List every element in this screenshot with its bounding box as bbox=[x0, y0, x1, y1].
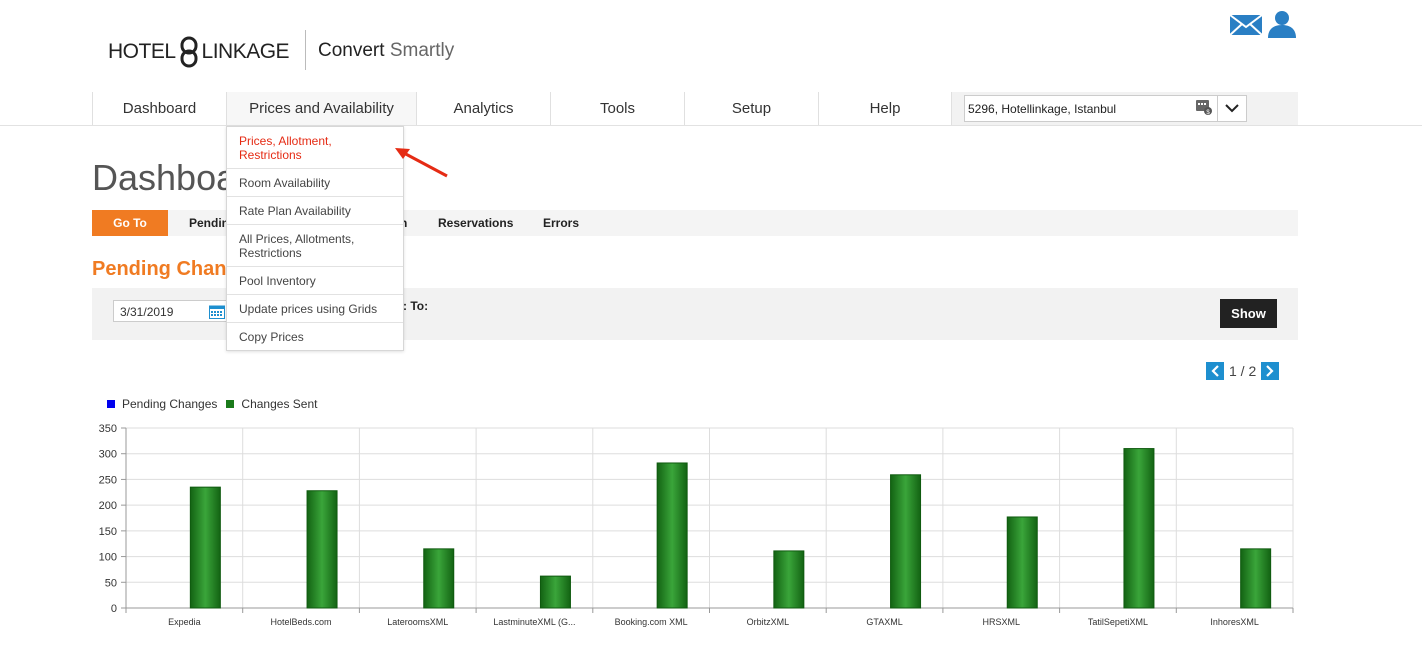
y-tick-label: 50 bbox=[105, 577, 117, 589]
user-icon[interactable] bbox=[1266, 10, 1298, 38]
pager-next-button[interactable] bbox=[1261, 361, 1280, 380]
logo-text-right: LINKAGE bbox=[201, 40, 290, 63]
nav-label: Tools bbox=[599, 100, 636, 117]
show-button[interactable]: Show bbox=[1220, 299, 1277, 328]
menu-item-all-prices[interactable]: All Prices, Allotments, Restrictions bbox=[227, 225, 403, 267]
nav-label: Dashboard bbox=[122, 100, 197, 117]
x-tick-label: Expedia bbox=[168, 617, 201, 627]
calendar-icon[interactable] bbox=[209, 304, 225, 319]
nav-prices-and-availability[interactable]: Prices and Availability bbox=[226, 92, 416, 125]
nav-dashboard[interactable]: Dashboard bbox=[92, 92, 226, 125]
y-tick-label: 150 bbox=[99, 526, 117, 538]
y-tick-label: 200 bbox=[99, 500, 117, 512]
hotel-search-input[interactable]: 5296, Hotellinkage, Istanbul bbox=[964, 95, 1218, 122]
hotel-linkage-logo[interactable]: HOTEL LINKAGE bbox=[108, 34, 290, 70]
calendar-dollar-icon[interactable]: $ bbox=[1196, 99, 1212, 115]
nav-label: Analytics bbox=[453, 100, 514, 117]
nav-help[interactable]: Help bbox=[818, 92, 951, 125]
chevron-down-icon bbox=[1225, 104, 1239, 113]
legend-swatch-sent bbox=[226, 400, 235, 408]
menu-item-prices-allotment-restrictions[interactable]: Prices, Allotment, Restrictions bbox=[227, 127, 403, 169]
goto-link-reservations[interactable]: Reservations bbox=[438, 216, 513, 230]
x-tick-label: HRSXML bbox=[982, 617, 1020, 627]
to-label: : To: bbox=[403, 299, 429, 313]
x-tick-label: Booking.com XML bbox=[615, 617, 688, 627]
pager-prev-button[interactable] bbox=[1206, 361, 1224, 380]
bar-changes-sent bbox=[773, 550, 805, 609]
nav-tools[interactable]: Tools bbox=[550, 92, 684, 125]
logo-text-left: HOTEL bbox=[108, 40, 176, 63]
logo-divider bbox=[305, 30, 306, 70]
tagline: Convert Smartly bbox=[318, 40, 454, 62]
y-tick-label: 0 bbox=[111, 603, 117, 615]
legend-entry-sent[interactable]: Changes Sent bbox=[226, 397, 317, 411]
menu-item-label: Update prices using Grids bbox=[239, 302, 378, 316]
menu-item-label: Room Availability bbox=[239, 176, 331, 190]
annotation-arrow-icon bbox=[395, 148, 448, 178]
menu-item-label: All Prices, Allotments, Restrictions bbox=[239, 232, 355, 260]
x-tick-label: GTAXML bbox=[866, 617, 902, 627]
x-tick-label: LastminuteXML (G... bbox=[493, 617, 575, 627]
hotel-input-value: 5296, Hotellinkage, Istanbul bbox=[968, 102, 1117, 116]
pager-text: 1 / 2 bbox=[1229, 362, 1257, 379]
legend-label-pending: Pending Changes bbox=[122, 397, 218, 411]
bar-changes-sent bbox=[1240, 548, 1272, 609]
nav-label: Help bbox=[869, 100, 901, 117]
legend-entry-pending[interactable]: Pending Changes bbox=[107, 397, 217, 411]
y-tick-label: 100 bbox=[99, 552, 117, 564]
chain-link-icon bbox=[180, 36, 198, 68]
bar-changes-sent bbox=[890, 474, 922, 609]
menu-item-label: Pool Inventory bbox=[239, 274, 316, 288]
tagline-strong: Convert bbox=[318, 40, 385, 61]
menu-item-update-prices-grids[interactable]: Update prices using Grids bbox=[227, 295, 403, 323]
menu-item-room-availability[interactable]: Room Availability bbox=[227, 169, 403, 197]
prices-availability-dropdown: Prices, Allotment, Restrictions Room Ava… bbox=[226, 126, 404, 351]
x-tick-label: InhoresXML bbox=[1210, 617, 1259, 627]
menu-item-label: Rate Plan Availability bbox=[239, 204, 351, 218]
menu-item-label: Prices, Allotment, Restrictions bbox=[239, 134, 332, 162]
date-from-input[interactable]: 3/31/2019 bbox=[113, 300, 229, 322]
bar-changes-sent bbox=[1123, 448, 1155, 609]
nav-setup[interactable]: Setup bbox=[684, 92, 818, 125]
y-tick-label: 350 bbox=[99, 423, 117, 435]
nav-divider bbox=[0, 125, 1422, 126]
bar-changes-sent bbox=[1006, 516, 1038, 609]
menu-item-copy-prices[interactable]: Copy Prices bbox=[227, 323, 403, 350]
hotel-dropdown-button[interactable] bbox=[1217, 95, 1247, 122]
hotel-selector: 5296, Hotellinkage, Istanbul $ bbox=[951, 92, 1298, 125]
goto-button[interactable]: Go To bbox=[92, 210, 168, 236]
pager: 1 / 2 bbox=[1206, 361, 1280, 380]
nav-label: Setup bbox=[731, 100, 772, 117]
mail-icon[interactable] bbox=[1229, 14, 1263, 36]
chevron-left-icon bbox=[1211, 364, 1219, 377]
legend-swatch-pending bbox=[107, 400, 115, 408]
y-tick-label: 250 bbox=[99, 474, 117, 486]
y-tick-label: 300 bbox=[99, 449, 117, 461]
legend-label-sent: Changes Sent bbox=[241, 397, 318, 411]
chart-legend: Pending Changes Changes Sent bbox=[107, 397, 326, 411]
goto-link-errors[interactable]: Errors bbox=[543, 216, 579, 230]
bar-changes-sent bbox=[189, 486, 221, 609]
x-tick-label: HotelBeds.com bbox=[271, 617, 332, 627]
bar-changes-sent bbox=[656, 462, 688, 609]
nav-analytics[interactable]: Analytics bbox=[416, 92, 550, 125]
bar-changes-sent bbox=[539, 575, 571, 609]
x-tick-label: OrbitzXML bbox=[747, 617, 790, 627]
chevron-right-icon bbox=[1266, 364, 1274, 377]
nav-label: Prices and Availability bbox=[249, 100, 394, 117]
date-value: 3/31/2019 bbox=[120, 305, 174, 319]
x-tick-label: TatilSepetiXML bbox=[1088, 617, 1148, 627]
tagline-light: Smartly bbox=[389, 40, 455, 61]
menu-item-pool-inventory[interactable]: Pool Inventory bbox=[227, 267, 403, 295]
x-tick-label: LateroomsXML bbox=[387, 617, 448, 627]
menu-item-label: Copy Prices bbox=[239, 330, 304, 344]
bar-changes-sent bbox=[423, 548, 455, 609]
bar-changes-sent bbox=[306, 490, 338, 609]
menu-item-rate-plan-availability[interactable]: Rate Plan Availability bbox=[227, 197, 403, 225]
